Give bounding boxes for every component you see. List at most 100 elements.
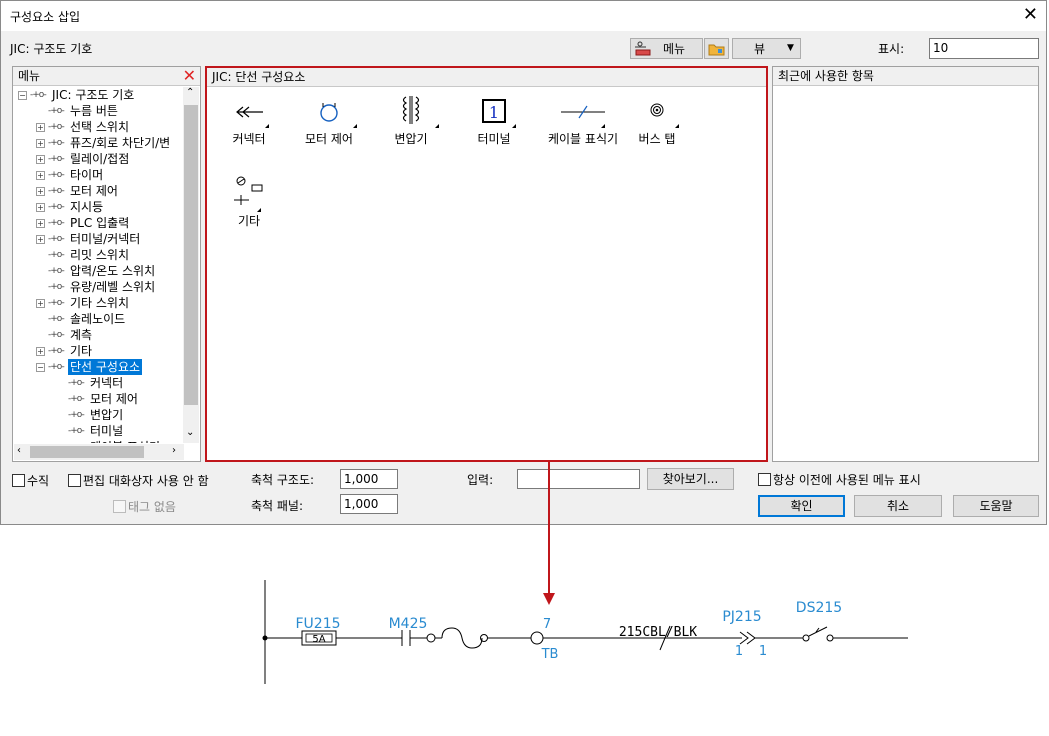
chevron-down-icon: ▼: [787, 43, 794, 53]
tree-node-icon: -+o-: [48, 122, 65, 132]
view-dropdown[interactable]: 뷰 ▼: [732, 38, 801, 59]
display-count-input[interactable]: 10: [929, 38, 1039, 59]
tree-item-label: 선택 스위치: [70, 120, 130, 134]
expand-icon[interactable]: +: [36, 235, 45, 244]
connector-tag: PJ215: [722, 609, 761, 625]
palette-item-label: 모터 제어: [305, 132, 353, 146]
terminal-number: 7: [543, 617, 551, 632]
palette-item-transformer[interactable]: 변압기: [371, 90, 451, 150]
display-label: 표시:: [878, 42, 905, 56]
tree-item-label: 지시등: [70, 200, 104, 214]
tree-item-label: PLC 입출력: [70, 216, 130, 230]
folder-button[interactable]: [704, 38, 729, 59]
tree-item-label: 리밋 스위치: [70, 248, 130, 262]
expand-icon[interactable]: +: [36, 203, 45, 212]
collapse-icon[interactable]: −: [18, 91, 27, 100]
insert-component-dialog: 구성요소 삽입 ✕ JIC: 구조도 기호 메뉴 뷰 ▼ 표시: 10 메뉴 ✕…: [0, 0, 1047, 525]
vertical-scrollbar[interactable]: ⌃ ⌄: [183, 87, 199, 443]
vertical-checkbox[interactable]: [12, 474, 25, 487]
expand-icon[interactable]: +: [36, 171, 45, 180]
motor-tag: M425: [389, 616, 428, 632]
tree-item-label: 터미널: [90, 424, 124, 438]
palette-item-label: 변압기: [394, 132, 428, 146]
input-label: 입력:: [467, 473, 494, 487]
motor-control-icon: [320, 103, 338, 122]
tree-item-label: JIC: 구조도 기호: [52, 88, 135, 102]
palette-item-label: 버스 탭: [638, 132, 676, 146]
recent-panel-title: 최근에 사용한 항목: [778, 69, 874, 83]
horizontal-scrollbar[interactable]: ‹ ›: [14, 444, 184, 460]
tree-node-icon: -+o-: [68, 439, 85, 443]
tree-node-icon: -+o-: [48, 154, 65, 164]
bus-tap-icon: [650, 103, 664, 117]
close-icon[interactable]: ✕: [1023, 4, 1038, 25]
tree-node-icon: -+o-: [48, 362, 65, 372]
tree-node-icon: -+o-: [48, 330, 65, 340]
tree-item-label: 기타 스위치: [70, 296, 130, 310]
scroll-left-icon[interactable]: ‹: [17, 445, 21, 456]
expand-icon[interactable]: +: [36, 299, 45, 308]
no-tag-checkbox[interactable]: [113, 500, 126, 513]
library-title: JIC: 구조도 기호: [10, 42, 93, 56]
tree-node-icon: -+o-: [48, 250, 65, 260]
no-edit-dialog-checkbox[interactable]: [68, 474, 81, 487]
palette-item-bus-tap[interactable]: 버스 탭: [617, 90, 697, 150]
vertical-scroll-thumb[interactable]: [184, 105, 198, 405]
tree-item-label: 누름 버튼: [70, 104, 118, 118]
always-show-prev-label: 항상 이전에 사용된 메뉴 표시: [773, 473, 921, 487]
tree-item-label: 터미널/커넥터: [70, 232, 141, 246]
folder-icon: [708, 44, 725, 56]
fuse-rating: 5A: [312, 634, 325, 645]
close-menu-icon[interactable]: ✕: [183, 67, 196, 85]
menu-icon: [635, 41, 651, 56]
scale-schematic-input[interactable]: 1,000: [340, 469, 398, 489]
tree-item-label: 솔레노이드: [70, 312, 126, 326]
tree-node-icon: -+o-: [30, 90, 47, 100]
tree-node-icon: -+o-: [48, 346, 65, 356]
tree-item-label: 기타: [70, 344, 93, 358]
no-edit-dialog-label: 편집 대화상자 사용 안 함: [83, 474, 209, 488]
scroll-down-icon[interactable]: ⌄: [186, 427, 194, 438]
always-show-prev-checkbox[interactable]: [758, 473, 771, 486]
palette-item-label: 터미널: [477, 132, 511, 146]
scale-panel-input[interactable]: 1,000: [340, 494, 398, 514]
palette-item-label: 기타: [237, 214, 261, 228]
collapse-icon[interactable]: −: [36, 363, 45, 372]
terminal-glyph: 1: [489, 103, 499, 122]
help-button[interactable]: 도움말: [953, 495, 1039, 517]
browse-button[interactable]: 찾아보기...: [647, 468, 734, 490]
palette-item-connector[interactable]: 커넥터: [209, 90, 289, 150]
cancel-button[interactable]: 취소: [854, 495, 942, 517]
tree-node-icon: -+o-: [48, 186, 65, 196]
fuse-tag: FU215: [295, 616, 340, 632]
tree-node-icon: -+o-: [48, 266, 65, 276]
expand-icon[interactable]: +: [36, 187, 45, 196]
expand-icon[interactable]: +: [36, 219, 45, 228]
tree-item-label: 케이블 표식기: [88, 439, 162, 443]
scroll-up-icon[interactable]: ⌃: [186, 87, 194, 98]
tree-node-icon: -+o-: [48, 282, 65, 292]
palette-item-terminal[interactable]: 1 터미널: [454, 90, 534, 150]
menu-button[interactable]: 메뉴: [630, 38, 703, 59]
input-field[interactable]: [517, 469, 640, 489]
expand-icon[interactable]: +: [36, 347, 45, 356]
tree-item-label: 계측: [70, 328, 93, 342]
tree-item-label: 변압기: [90, 408, 124, 422]
disconnect-tag: DS215: [796, 600, 842, 616]
submenu-indicator-icon: [675, 124, 679, 128]
expand-icon[interactable]: +: [36, 123, 45, 132]
tree-item-label: 퓨즈/회로 차단기/변: [70, 136, 171, 150]
icon-palette-panel: JIC: 단선 구성요소 커넥터 모터 제어 변압기 1 터미널 케이블 표식기…: [205, 66, 768, 462]
palette-item-misc[interactable]: 기타: [209, 166, 289, 228]
ok-button[interactable]: 확인: [758, 495, 845, 517]
expand-icon[interactable]: +: [36, 155, 45, 164]
horizontal-scroll-thumb[interactable]: [30, 446, 144, 458]
menu-panel-header: 메뉴: [13, 67, 200, 86]
palette-item-motor-control[interactable]: 모터 제어: [289, 90, 369, 150]
tree-node-icon: -+o-: [48, 170, 65, 180]
terminal-tag: TB: [541, 647, 559, 662]
submenu-indicator-icon: [601, 124, 605, 128]
tree-node-icon: -+o-: [48, 314, 65, 324]
expand-icon[interactable]: +: [36, 139, 45, 148]
scroll-right-icon[interactable]: ›: [172, 445, 176, 456]
